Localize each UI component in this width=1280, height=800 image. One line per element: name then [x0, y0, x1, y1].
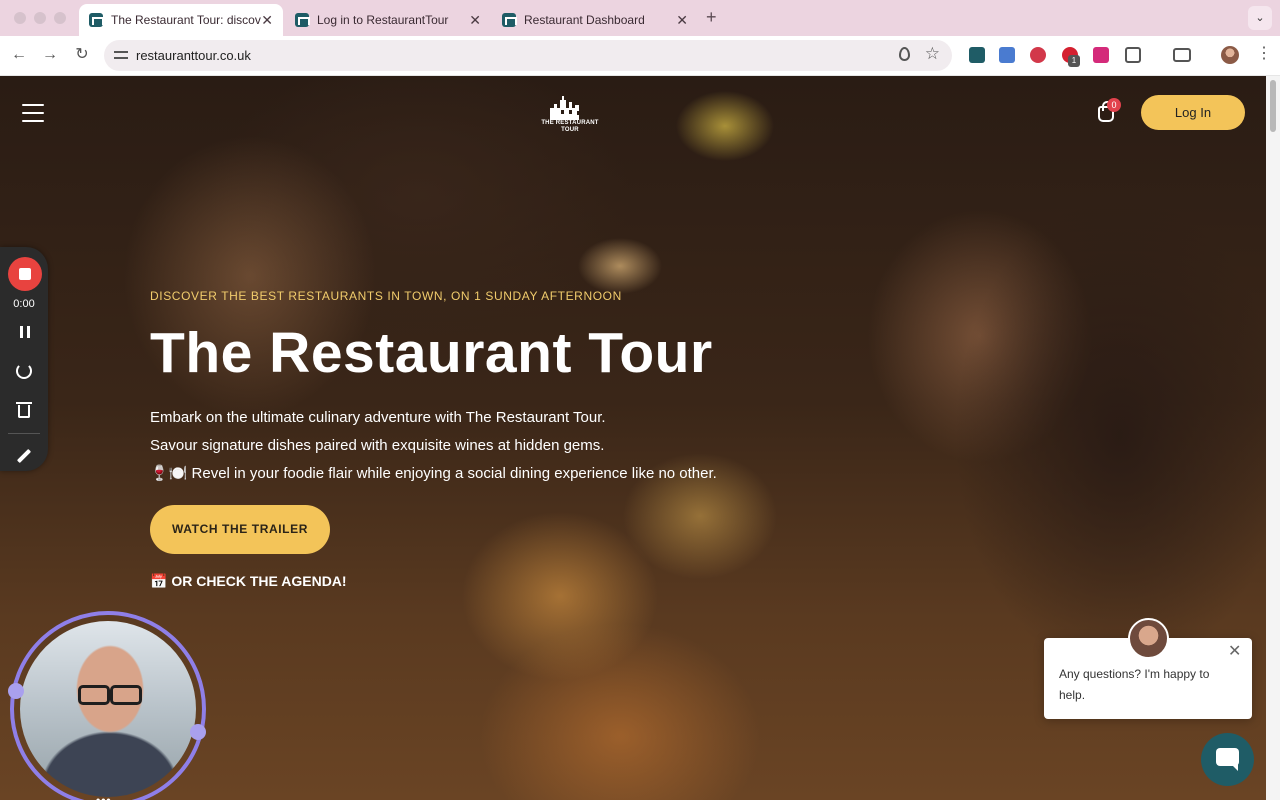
hero-eyebrow: DISCOVER THE BEST RESTAURANTS IN TOWN, O…	[150, 289, 622, 303]
webcam-bubble[interactable]: •••	[8, 611, 206, 800]
window-zoom-button[interactable]	[54, 12, 66, 24]
tab-title: Restaurant Dashboard	[524, 13, 645, 27]
site-logo[interactable]: THE RESTAURANT TOUR	[540, 94, 600, 136]
tab-close-icon[interactable]: ✕	[261, 12, 273, 28]
url-text[interactable]: restauranttour.co.uk	[136, 48, 251, 63]
tab-title: The Restaurant Tour: discove	[111, 13, 261, 27]
recorder-panel: 0:00	[0, 247, 48, 471]
extension-restaurant-icon[interactable]	[969, 47, 985, 63]
bookmark-star-icon[interactable]: ☆	[925, 45, 940, 63]
tab-login[interactable]: Log in to RestaurantTour ✕	[285, 4, 491, 36]
browser-toolbar: ← → ↻ restauranttour.co.uk ☆ ⋮	[0, 36, 1280, 76]
window-minimize-button[interactable]	[34, 12, 46, 24]
restaurant-tour-favicon-icon	[89, 13, 104, 27]
restaurant-tour-favicon-icon	[502, 13, 517, 27]
hero-section: THE RESTAURANT TOUR 0 Log In DISCOVER TH…	[0, 76, 1280, 800]
tab-close-icon[interactable]: ✕	[676, 12, 688, 28]
extension-badge: 1	[1068, 55, 1080, 67]
chat-close-icon[interactable]: ✕	[1228, 642, 1241, 662]
extension-grid-icon[interactable]	[1093, 47, 1109, 63]
hero-description-line: 🍷🍽️ Revel in your foodie flair while enj…	[150, 465, 717, 482]
webcam-resize-handle[interactable]	[190, 724, 206, 740]
window-close-button[interactable]	[14, 12, 26, 24]
restaurant-tour-favicon-icon	[295, 13, 310, 27]
forward-icon[interactable]: →	[40, 45, 60, 65]
trash-icon[interactable]	[16, 402, 32, 418]
webcam-more-icon[interactable]: •••	[96, 793, 112, 800]
draw-pen-icon[interactable]	[16, 448, 32, 464]
pause-icon[interactable]	[20, 326, 30, 338]
browser-tab-bar: The Restaurant Tour: discove ✕ Log in to…	[0, 0, 1280, 36]
extensions-puzzle-icon[interactable]	[1125, 47, 1141, 63]
hero-description-line: Embark on the ultimate culinary adventur…	[150, 409, 606, 426]
page-title: The Restaurant Tour	[150, 321, 713, 385]
watch-trailer-button[interactable]: WATCH THE TRAILER	[150, 505, 330, 554]
tab-dashboard[interactable]: Restaurant Dashboard ✕	[492, 4, 698, 36]
back-icon[interactable]: ←	[9, 45, 29, 65]
new-tab-button[interactable]: +	[706, 8, 717, 26]
restart-icon[interactable]	[16, 363, 32, 379]
profile-avatar[interactable]	[1221, 46, 1239, 64]
hero-description-line: Savour signature dishes paired with exqu…	[150, 437, 605, 454]
tab-search-button[interactable]: ⌄	[1248, 6, 1272, 30]
page-scrollbar[interactable]	[1266, 76, 1280, 800]
tab-restaurant-tour[interactable]: The Restaurant Tour: discove ✕	[79, 4, 283, 36]
tab-close-icon[interactable]: ✕	[469, 12, 481, 28]
recording-timer: 0:00	[13, 298, 35, 310]
site-settings-icon[interactable]	[114, 48, 128, 62]
webcam-ring	[10, 611, 206, 800]
cart-count-badge: 0	[1107, 98, 1121, 112]
chat-launcher-button[interactable]	[1201, 733, 1254, 786]
extension-calendar-icon[interactable]	[999, 47, 1015, 63]
tab-title: Log in to RestaurantTour	[317, 13, 449, 27]
scrollbar-thumb[interactable]	[1270, 80, 1276, 132]
chat-message: Any questions? I'm happy to help.	[1059, 667, 1210, 702]
reload-icon[interactable]: ↻	[72, 45, 92, 65]
recorder-divider	[8, 433, 40, 434]
login-button[interactable]: Log In	[1141, 95, 1245, 130]
browser-menu-icon[interactable]: ⋮	[1256, 44, 1272, 64]
agenda-link[interactable]: 📅 OR CHECK THE AGENDA!	[150, 573, 347, 590]
webcam-resize-handle[interactable]	[8, 683, 24, 699]
location-pin-icon[interactable]	[899, 47, 910, 61]
reading-list-icon[interactable]	[1173, 48, 1191, 62]
address-bar[interactable]: restauranttour.co.uk ☆	[104, 40, 952, 71]
city-skyline-icon	[550, 96, 580, 120]
extension-record-icon[interactable]	[1030, 47, 1046, 63]
stop-recording-button[interactable]	[8, 257, 42, 291]
logo-text: THE RESTAURANT TOUR	[541, 120, 599, 133]
chat-agent-avatar	[1128, 618, 1169, 659]
hamburger-menu-icon[interactable]	[22, 104, 44, 122]
